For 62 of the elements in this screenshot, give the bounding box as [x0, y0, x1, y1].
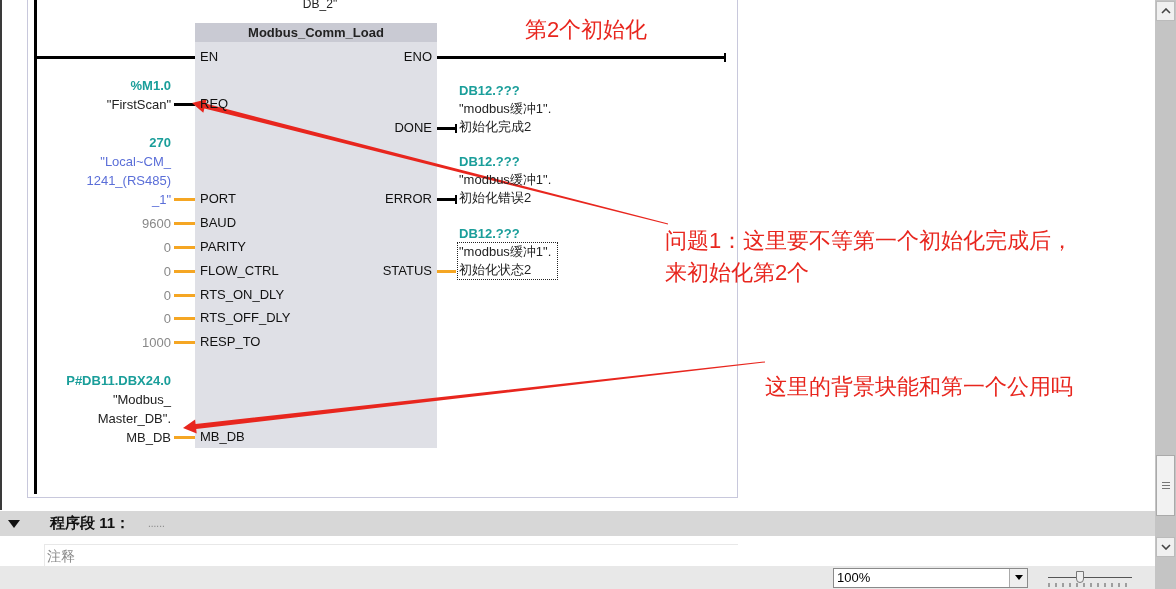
- operand-name: 初始化错误2: [459, 189, 533, 207]
- operand-name: 1241_(RS485): [85, 172, 171, 190]
- pin-label: ERROR: [384, 191, 432, 207]
- operand-name: 初始化状态2: [459, 261, 533, 279]
- operand-name: 0: [162, 239, 171, 257]
- chevron-down-icon: [1160, 544, 1171, 550]
- operand-name: "Modbus_: [111, 391, 171, 409]
- operand-name: MB_DB: [125, 429, 171, 447]
- operand-name: 1000: [141, 334, 171, 352]
- operand-name: "FirstScan": [105, 96, 171, 114]
- annotation-text: 问题1：这里要不等第一个初始化完成后，: [665, 227, 1074, 255]
- wire-end: [455, 124, 457, 133]
- zoom-slider[interactable]: [1048, 568, 1132, 587]
- operand-address: DB12.???: [459, 153, 520, 171]
- zoom-value: 100%: [836, 568, 872, 587]
- operand-address: P#DB11.DBX24.0: [65, 372, 171, 390]
- pin-label: RESP_TO: [200, 334, 261, 350]
- zoom-combo[interactable]: 100%: [833, 567, 1028, 588]
- instance-name: DB_2": [301, 0, 339, 10]
- operand-name: 0: [162, 287, 171, 305]
- pin-label: ENO: [402, 49, 432, 65]
- grip-icon: [1161, 482, 1170, 489]
- scroll-up-button[interactable]: [1156, 1, 1175, 21]
- operand-address: %M1.0: [129, 77, 171, 95]
- operand-address: 270: [148, 134, 171, 152]
- network-comment-title: ......: [148, 517, 165, 531]
- collapse-triangle-icon[interactable]: [8, 519, 20, 528]
- scrollbar[interactable]: [1155, 0, 1176, 589]
- pin-label: MB_DB: [200, 429, 245, 445]
- pin-label: EN: [200, 49, 219, 65]
- pin-label: PARITY: [200, 239, 246, 255]
- chevron-up-icon: [1160, 8, 1171, 14]
- operand-name: "Local~CM_: [99, 153, 171, 171]
- operand-name: 初始化完成2: [459, 118, 533, 136]
- pin-label: RTS_OFF_DLY: [200, 310, 291, 326]
- operand-name: _1": [150, 191, 171, 209]
- network-title: 程序段 11：: [50, 513, 131, 534]
- operand-name: 0: [162, 263, 171, 281]
- operand-name: "modbus缓冲1".: [459, 100, 552, 118]
- operand-address: DB12.???: [459, 225, 520, 243]
- operand-name: Master_DB".: [96, 410, 171, 428]
- operand-name: "modbus缓冲1".: [459, 243, 552, 261]
- caret-icon: [1014, 575, 1023, 580]
- pin-label: DONE: [393, 120, 432, 136]
- scroll-thumb[interactable]: [1156, 455, 1175, 516]
- operand-address: DB12.???: [459, 82, 520, 100]
- operand-name: 0: [162, 310, 171, 328]
- block-title: Modbus_Comm_Load: [195, 23, 437, 42]
- annotation-text: 这里的背景块能和第一个公用吗: [765, 373, 1073, 401]
- operand-name: 9600: [141, 215, 171, 233]
- slider-thumb[interactable]: [1075, 570, 1084, 583]
- comment-field[interactable]: 注释: [44, 544, 738, 566]
- pin-label: PORT: [200, 191, 236, 207]
- pin-label: FLOW_CTRL: [200, 263, 279, 279]
- pin-label: BAUD: [200, 215, 237, 231]
- annotation-text: 第2个初始化: [525, 16, 648, 44]
- scroll-down-button[interactable]: [1156, 537, 1175, 557]
- pin-label: STATUS: [381, 263, 432, 279]
- annotation-text: 来初始化第2个: [665, 259, 810, 287]
- wire-end: [455, 195, 457, 204]
- dropdown-button[interactable]: [1009, 568, 1027, 587]
- pin-label: RTS_ON_DLY: [200, 287, 285, 303]
